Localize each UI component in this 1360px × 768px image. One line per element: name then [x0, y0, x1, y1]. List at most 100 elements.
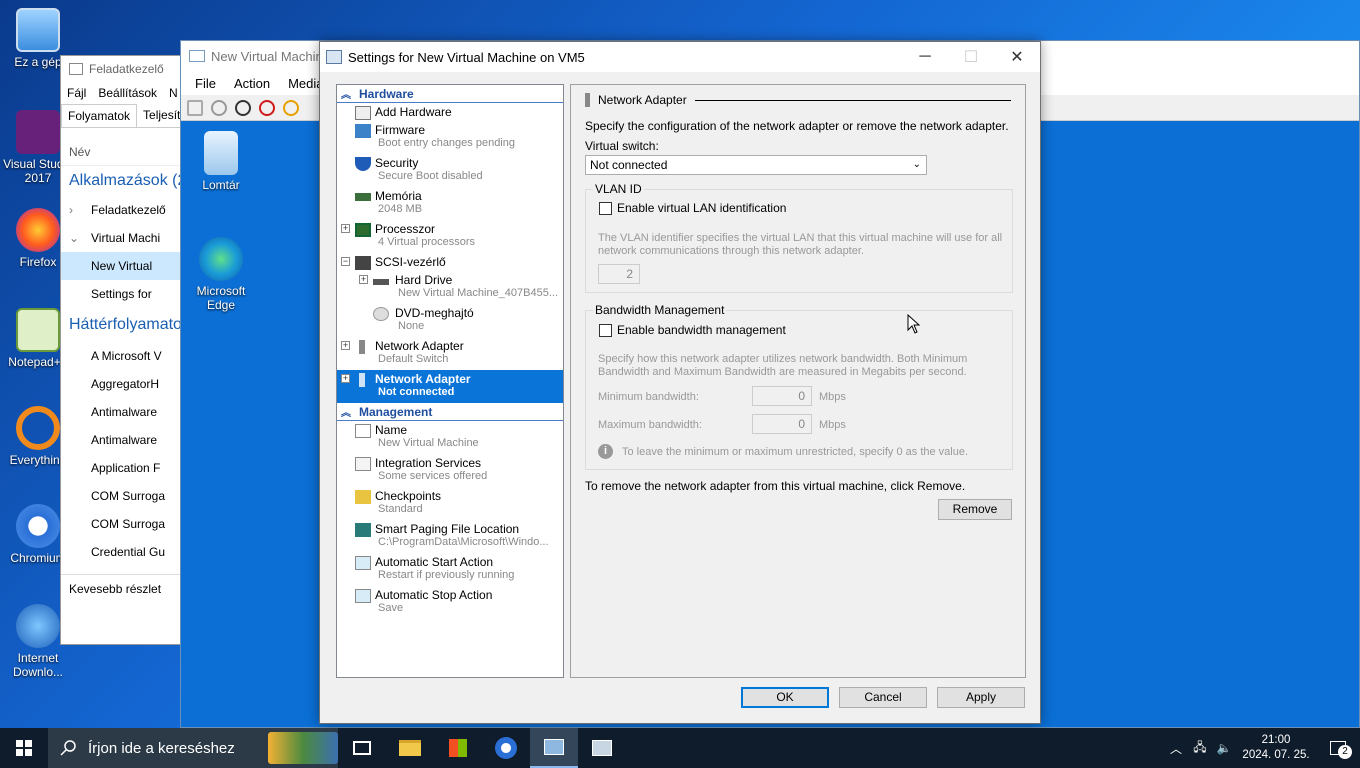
name-icon — [355, 424, 371, 438]
expand-icon: › — [69, 203, 73, 217]
enable-bandwidth-label[interactable]: Enable bandwidth management — [617, 323, 786, 337]
save-state-icon[interactable] — [283, 99, 299, 116]
tab-performance[interactable]: Teljesít — [137, 104, 186, 127]
cancel-button[interactable]: Cancel — [839, 687, 927, 708]
process-row[interactable]: Credential Gu — [61, 538, 199, 566]
tree-item-name[interactable]: Name New Virtual Machine — [337, 421, 563, 454]
menu-file[interactable]: File — [195, 76, 216, 91]
tree-item-network-adapter-1[interactable]: + Network Adapter Default Switch — [337, 337, 563, 370]
process-row[interactable]: AggregatorH — [61, 370, 199, 398]
taskbar-chromium[interactable] — [482, 728, 530, 768]
settings-tree[interactable]: ︽ Hardware Add Hardware Firmware Boot en… — [336, 84, 564, 678]
enable-vlan-checkbox[interactable] — [599, 202, 612, 215]
expand-icon[interactable]: + — [341, 341, 350, 350]
desktop-icon-label: Chromium — [10, 551, 66, 565]
tree-item-processor[interactable]: + Processzor 4 Virtual processors — [337, 220, 563, 253]
network-adapter-icon — [359, 373, 365, 387]
apply-button[interactable]: Apply — [937, 687, 1025, 708]
collapse-icon: ⌄ — [69, 231, 80, 245]
process-row[interactable]: › Feladatkezelő — [61, 196, 199, 224]
enable-bandwidth-checkbox[interactable] — [599, 324, 612, 337]
process-row-selected[interactable]: New Virtual — [61, 252, 199, 280]
taskbar-vm-connection[interactable] — [578, 728, 626, 768]
taskbar-file-explorer[interactable] — [386, 728, 434, 768]
menu-options[interactable]: Beállítások — [98, 86, 157, 100]
vlan-id-input[interactable]: 2 — [598, 264, 640, 284]
collapse-icon[interactable]: − — [341, 257, 350, 266]
maximum-bandwidth-unit: Mbps — [819, 419, 846, 431]
desktop-icon-label: Firefox — [19, 255, 57, 269]
tree-item-auto-stop[interactable]: Automatic Stop Action Save — [337, 586, 563, 619]
tree-item-network-adapter-2[interactable]: + Network Adapter Not connected — [337, 370, 563, 403]
bandwidth-group: Bandwidth Management Enable bandwidth ma… — [585, 303, 1013, 470]
tree-item-smart-paging[interactable]: Smart Paging File Location C:\ProgramDat… — [337, 520, 563, 553]
desktop-icon-label: Notepad++ — [8, 355, 68, 369]
shutdown-icon[interactable] — [259, 99, 275, 116]
tree-item-checkpoints[interactable]: Checkpoints Standard — [337, 487, 563, 520]
tree-item-sublabel: None — [398, 320, 425, 332]
desktop-icon-edge[interactable]: Microsoft Edge — [183, 237, 259, 312]
tree-item-scsi-controller[interactable]: − SCSI-vezérlő — [337, 253, 563, 271]
tab-processes[interactable]: Folyamatok — [61, 104, 138, 127]
minimize-button[interactable]: ─ — [902, 42, 948, 72]
tree-item-firmware[interactable]: Firmware Boot entry changes pending — [337, 121, 563, 154]
virtual-switch-dropdown[interactable]: Not connected ⌄ — [585, 155, 927, 175]
start-icon[interactable] — [211, 99, 227, 116]
process-row[interactable]: Settings for — [61, 280, 199, 308]
notification-center-button[interactable]: 2 — [1316, 741, 1360, 759]
tree-item-memory[interactable]: Memória 2048 MB — [337, 187, 563, 220]
minimum-bandwidth-input[interactable]: 0 — [752, 386, 812, 406]
process-row[interactable]: Application F — [61, 454, 199, 482]
chromium-icon — [495, 737, 517, 759]
desktop-icon-recycle-bin[interactable]: Lomtár — [183, 131, 259, 192]
process-row[interactable]: ⌄ Virtual Machi — [61, 224, 199, 252]
process-name: New Virtual — [91, 259, 153, 273]
close-button[interactable]: ✕ — [994, 42, 1040, 72]
ok-button[interactable]: OK — [741, 687, 829, 708]
volume-muted-icon[interactable]: 🔈 — [1212, 741, 1236, 755]
menu-view[interactable]: N — [169, 86, 178, 100]
tree-item-integration-services[interactable]: Integration Services Some services offer… — [337, 454, 563, 487]
taskbar-store[interactable] — [434, 728, 482, 768]
taskbar-search-box[interactable]: Írjon ide a kereséshez — [48, 728, 338, 768]
process-row[interactable]: Antimalware — [61, 426, 199, 454]
fewer-details-link[interactable]: Kevesebb részlet — [61, 574, 199, 602]
expand-icon[interactable]: + — [341, 224, 350, 233]
start-button[interactable] — [0, 728, 48, 768]
computer-icon — [16, 8, 60, 52]
network-icon[interactable]: 🖧 — [1188, 738, 1212, 759]
auto-start-icon — [355, 556, 371, 570]
shield-icon — [355, 157, 371, 171]
enable-vlan-label[interactable]: Enable virtual LAN identification — [617, 201, 786, 215]
menu-file[interactable]: Fájl — [67, 86, 86, 100]
process-row[interactable]: COM Surroga — [61, 510, 199, 538]
tree-item-auto-start[interactable]: Automatic Start Action Restart if previo… — [337, 553, 563, 586]
process-row[interactable]: Antimalware — [61, 398, 199, 426]
ctrl-alt-del-icon[interactable] — [187, 99, 203, 116]
maximum-bandwidth-input[interactable]: 0 — [752, 414, 812, 434]
chevron-up-icon[interactable]: ︿ — [1164, 740, 1188, 757]
tree-item-label: Add Hardware — [375, 105, 452, 119]
expand-icon[interactable]: + — [341, 374, 350, 383]
panel-title-divider — [695, 100, 1011, 101]
tree-item-hard-drive[interactable]: + Hard Drive New Virtual Machine_407B455… — [337, 271, 563, 304]
task-view-button[interactable] — [338, 728, 386, 768]
settings-dialog[interactable]: Settings for New Virtual Machine on VM5 … — [319, 41, 1041, 724]
tree-item-label: Name — [375, 423, 408, 437]
turn-off-icon[interactable] — [235, 99, 251, 116]
menu-action[interactable]: Action — [234, 76, 270, 91]
column-header-name[interactable]: Név — [61, 138, 199, 166]
process-row[interactable]: COM Surroga — [61, 482, 199, 510]
process-name: Feladatkezelő — [91, 203, 166, 217]
taskbar-hyperv-manager[interactable] — [530, 728, 578, 768]
remove-button[interactable]: Remove — [938, 499, 1012, 520]
management-section-header[interactable]: ︽ Management — [337, 403, 563, 421]
tree-item-security[interactable]: Security Secure Boot disabled — [337, 154, 563, 187]
task-manager-window[interactable]: Feladatkezelő Fájl Beállítások N Folyama… — [60, 55, 200, 645]
hardware-section-header[interactable]: ︽ Hardware — [337, 85, 563, 103]
expand-icon[interactable]: + — [359, 275, 368, 284]
process-row[interactable]: A Microsoft V — [61, 342, 199, 370]
tree-item-dvd-drive[interactable]: DVD-meghajtó None — [337, 304, 563, 337]
clock[interactable]: 21:00 2024. 07. 25. — [1236, 733, 1316, 763]
tree-item-add-hardware[interactable]: Add Hardware — [337, 103, 563, 121]
